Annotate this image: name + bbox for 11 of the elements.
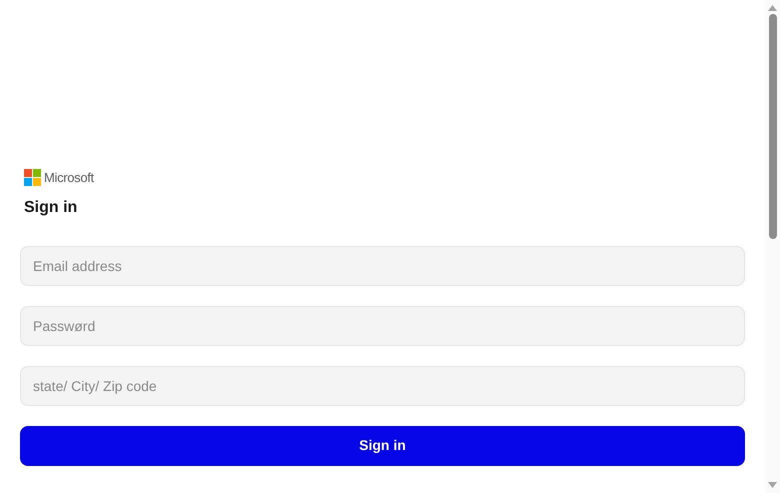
- input-field[interactable]: state/ City/ Zip code: [20, 366, 745, 406]
- logo-text: Microsoft: [44, 169, 94, 187]
- sign-in-button[interactable]: Sign in: [20, 426, 745, 466]
- logo-icon: [24, 169, 41, 186]
- scroll-down-icon[interactable]: [768, 482, 777, 488]
- page-title: Sign in: [23, 198, 78, 218]
- input-field[interactable]: Passwørd: [20, 306, 745, 346]
- input-field[interactable]: Email address: [20, 246, 745, 286]
- scroll-up-icon[interactable]: [768, 5, 777, 11]
- scrollbar-thumb[interactable]: [768, 14, 776, 239]
- scrollbar[interactable]: [765, 0, 780, 493]
